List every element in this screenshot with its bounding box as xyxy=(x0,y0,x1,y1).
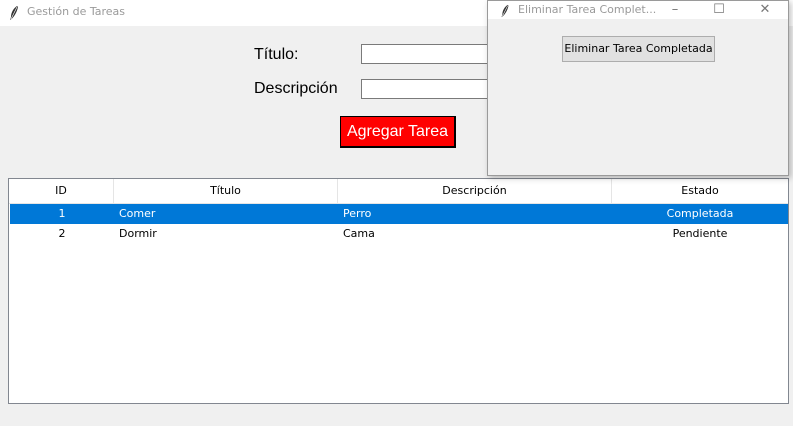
add-task-button[interactable]: Agregar Tarea xyxy=(340,116,456,148)
popup-title: Eliminar Tarea Complet... xyxy=(518,3,657,16)
table-row[interactable]: 1 Comer Perro Completada xyxy=(10,204,788,224)
popup-titlebar[interactable]: Eliminar Tarea Complet... – ☐ ✕ xyxy=(488,1,788,19)
cell-estado: Pendiente xyxy=(672,227,728,240)
feather-icon xyxy=(9,5,19,21)
column-header-descripcion[interactable]: Descripción xyxy=(338,179,612,203)
cell-descripcion: Cama xyxy=(343,227,375,240)
title-label: Título: xyxy=(254,46,299,63)
cell-estado: Completada xyxy=(666,207,734,220)
close-button[interactable]: ✕ xyxy=(743,1,787,19)
cell-titulo: Comer xyxy=(119,207,156,220)
column-header-id[interactable]: ID xyxy=(9,179,114,203)
minimize-icon: – xyxy=(671,2,679,17)
column-header-estado[interactable]: Estado xyxy=(612,179,788,203)
description-label: Descripción xyxy=(254,80,338,97)
description-input[interactable] xyxy=(361,79,491,99)
table-header: ID Título Descripción Estado xyxy=(9,179,788,204)
maximize-button[interactable]: ☐ xyxy=(697,1,741,19)
cell-titulo: Dormir xyxy=(119,227,157,240)
delete-completed-button[interactable]: Eliminar Tarea Completada xyxy=(562,36,715,62)
cell-id: 1 xyxy=(58,207,66,220)
cell-id: 2 xyxy=(58,227,66,240)
maximize-icon: ☐ xyxy=(713,2,725,17)
minimize-button[interactable]: – xyxy=(653,1,697,19)
delete-completed-window: Eliminar Tarea Complet... – ☐ ✕ Eliminar… xyxy=(487,0,789,176)
window-footer xyxy=(0,404,793,426)
table-row[interactable]: 2 Dormir Cama Pendiente xyxy=(10,224,788,244)
cell-descripcion: Perro xyxy=(343,207,372,220)
window-title: Gestión de Tareas xyxy=(27,5,125,18)
feather-icon xyxy=(500,3,510,18)
tasks-table[interactable]: ID Título Descripción Estado 1 Comer Per… xyxy=(8,178,789,404)
close-icon: ✕ xyxy=(759,2,771,17)
column-header-titulo[interactable]: Título xyxy=(114,179,338,203)
title-input[interactable] xyxy=(361,44,491,64)
